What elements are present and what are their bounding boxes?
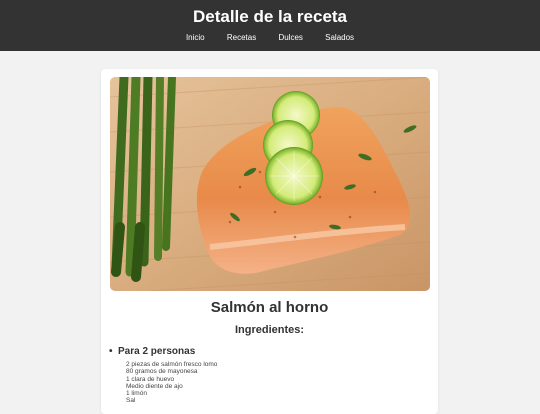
main-nav: Inicio Recetas Dulces Salados bbox=[0, 33, 540, 43]
nav-link-salados[interactable]: Salados bbox=[325, 33, 354, 43]
nav-link-dulces[interactable]: Dulces bbox=[278, 33, 302, 43]
ingredient-item: 2 piezas de salmón fresco lomo bbox=[126, 361, 218, 368]
recipe-image bbox=[110, 77, 430, 291]
ingredient-item: 1 limón bbox=[126, 390, 147, 398]
recipe-title: Salmón al horno bbox=[210, 299, 329, 316]
recipe-card: Salmón al horno Ingredientes: Para 2 per… bbox=[101, 69, 438, 414]
site-header: Detalle de la receta Inicio Recetas Dulc… bbox=[0, 0, 540, 51]
page-title: Detalle de la receta bbox=[192, 7, 348, 26]
nav-link-inicio[interactable]: Inicio bbox=[186, 33, 205, 43]
nav-link-recetas[interactable]: Recetas bbox=[227, 33, 256, 43]
ingredient-item: 1 clara de huevo bbox=[126, 375, 175, 383]
ingredient-item: 80 gramos de mayonesa bbox=[126, 368, 198, 376]
ingredient-item: Medio diente de ajo bbox=[126, 382, 183, 390]
ingredient-item: Sal bbox=[126, 397, 136, 405]
ingredient-list: 2 piezas de salmón fresco lomo 80 gramos… bbox=[126, 361, 217, 405]
serving-size-heading: Para 2 personas bbox=[109, 346, 195, 357]
ingredients-heading: Ingredientes: bbox=[234, 324, 305, 336]
